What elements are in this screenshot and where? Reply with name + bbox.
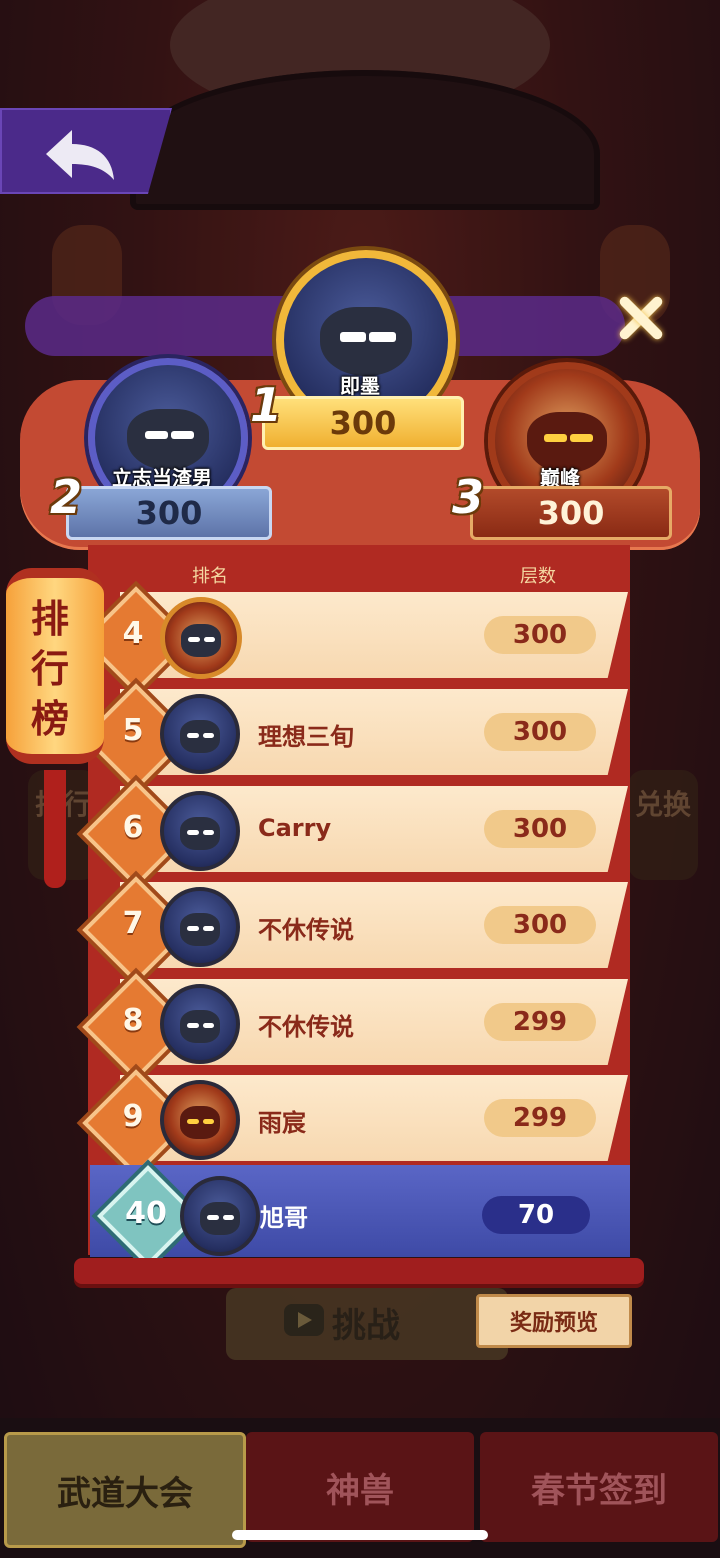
rank-number: 9: [122, 1099, 144, 1134]
podium-1-score: 300: [262, 396, 464, 450]
rank-number: 8: [122, 1003, 144, 1038]
tab-spring-signin[interactable]: 春节签到: [480, 1432, 718, 1542]
player-name: 理想三旬: [258, 723, 354, 751]
player-avatar[interactable]: [160, 791, 240, 871]
back-button[interactable]: [0, 108, 172, 194]
podium-1-rank: 1: [250, 378, 283, 432]
player-name: Carry: [258, 814, 332, 842]
podium-2-rank: 2: [50, 470, 83, 524]
close-button[interactable]: [612, 290, 668, 346]
video-play-icon: [284, 1304, 324, 1336]
player-avatar[interactable]: [160, 694, 240, 774]
tab-divine-beast[interactable]: 神兽: [246, 1432, 474, 1542]
podium-3-score: 300: [470, 486, 672, 540]
player-score: 300: [484, 906, 596, 944]
rank-number: 6: [122, 810, 144, 845]
podium-1-name: 即墨: [340, 374, 380, 398]
back-arrow-icon: [46, 130, 114, 180]
leaderboard-title: 排 行 榜: [30, 596, 69, 741]
player-score: 300: [484, 810, 596, 848]
my-score: 70: [482, 1196, 590, 1234]
player-score: 300: [484, 713, 596, 751]
podium-2-score: 300: [66, 486, 272, 540]
player-score: 299: [484, 1099, 596, 1137]
my-rank-number: 40: [125, 1196, 167, 1231]
tab-martial-tournament[interactable]: 武道大会: [4, 1432, 246, 1548]
player-avatar[interactable]: [160, 887, 240, 967]
rank-number: 4: [122, 616, 144, 651]
rank-number: 5: [122, 713, 144, 748]
player-name: 雨宸: [258, 1109, 306, 1137]
podium-3-rank: 3: [452, 470, 485, 524]
rank-number: 7: [122, 906, 144, 941]
header-rank: 排名: [192, 566, 228, 587]
player-avatar[interactable]: [160, 1080, 240, 1160]
home-indicator[interactable]: [232, 1530, 488, 1540]
lantern-tassel: [44, 770, 66, 888]
leaderboard-header: 排名 层数: [88, 560, 630, 590]
player-score: 299: [484, 1003, 596, 1041]
my-avatar[interactable]: [180, 1176, 260, 1256]
player-avatar[interactable]: [160, 984, 240, 1064]
player-name: 不休传说: [258, 1013, 354, 1041]
player-avatar-crest[interactable]: [160, 597, 242, 679]
player-score: 300: [484, 616, 596, 654]
player-name: 不休传说: [258, 916, 354, 944]
header-floor: 层数: [520, 566, 556, 587]
challenge-label: 挑战: [332, 1306, 400, 1346]
reward-preview-button[interactable]: 奖励预览: [476, 1294, 632, 1348]
my-name: 旭哥: [260, 1204, 308, 1232]
leaderboard-bottom-rail: [74, 1258, 644, 1284]
